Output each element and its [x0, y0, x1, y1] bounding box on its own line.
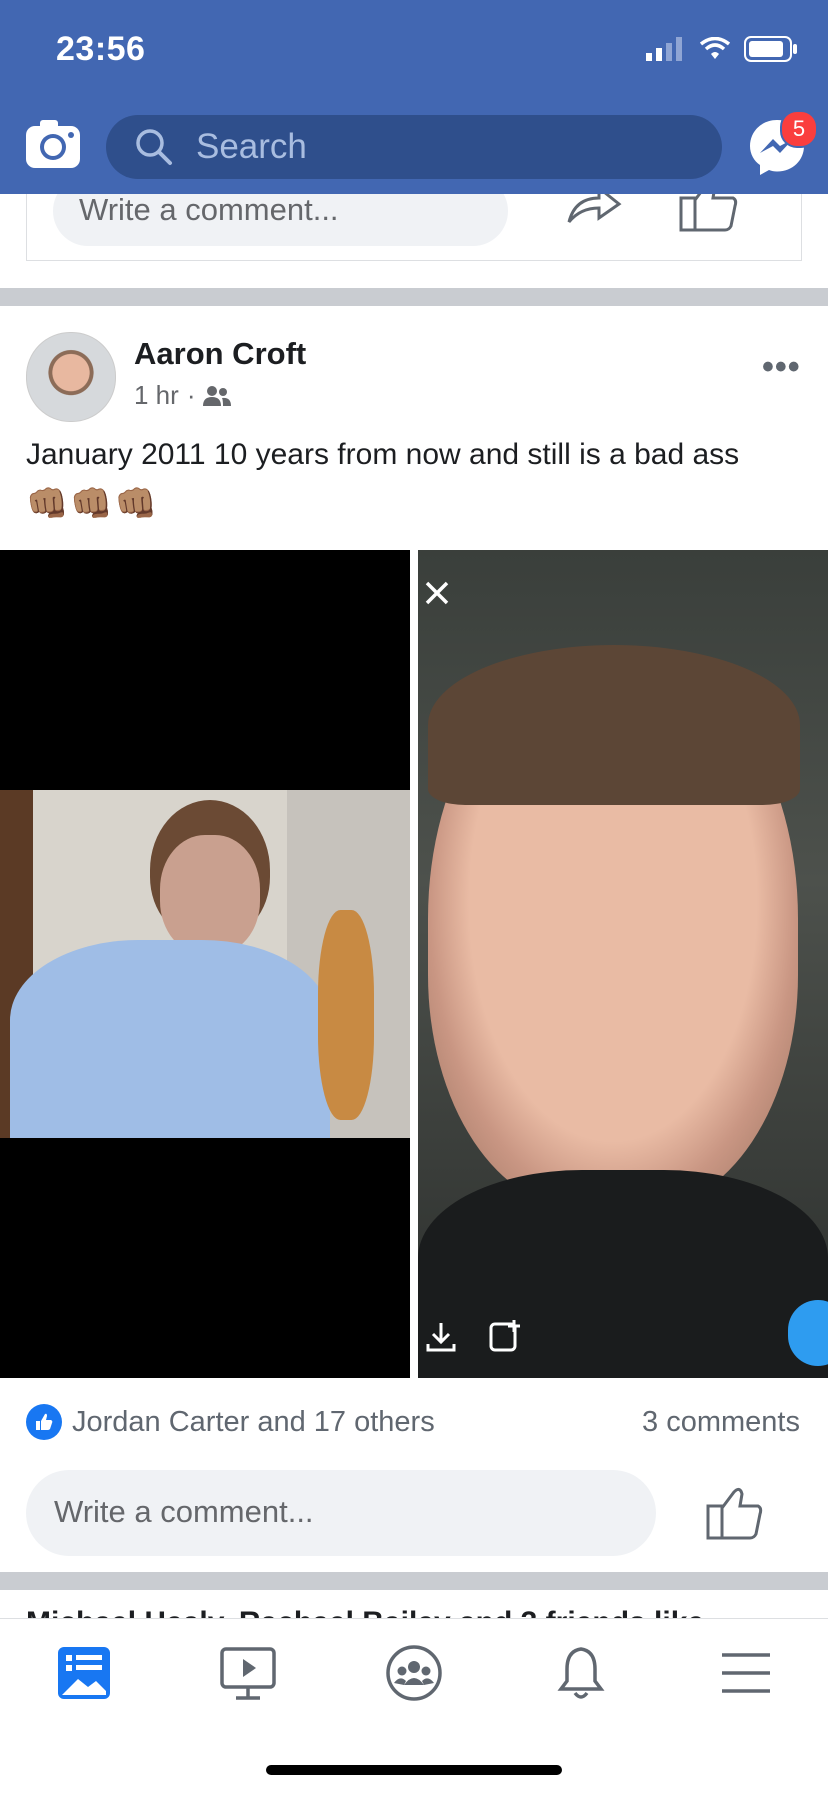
messenger-badge: 5: [780, 110, 818, 148]
previous-comment-placeholder: Write a comment...: [79, 192, 339, 227]
author-name[interactable]: Aaron Croft: [134, 336, 306, 372]
status-time: 23:56: [56, 30, 146, 68]
like-reaction-icon: [26, 1404, 62, 1440]
photo-2011: [0, 790, 410, 1138]
news-feed-icon[interactable]: [54, 1643, 114, 1703]
signal-icon: [646, 37, 682, 61]
selfie-shirt: [418, 1170, 828, 1378]
home-indicator: [266, 1765, 562, 1775]
camera-icon[interactable]: [26, 120, 80, 168]
close-icon: [425, 581, 449, 605]
feed-separator-2: [0, 1572, 828, 1590]
menu-icon[interactable]: [716, 1643, 776, 1703]
reactions-text: Jordan Carter and 17 others: [72, 1405, 435, 1438]
search-placeholder: Search: [196, 127, 307, 166]
meta-dot: ·: [186, 380, 196, 410]
post-photo-right[interactable]: [418, 550, 828, 1378]
watch-icon[interactable]: [218, 1643, 278, 1703]
search-bar[interactable]: Search: [106, 115, 722, 179]
post-emoji: 👊🏽👊🏽👊🏽: [26, 485, 160, 523]
author-avatar[interactable]: [26, 332, 116, 422]
feed-separator: [0, 288, 828, 306]
post-meta: 1 hr ·: [134, 380, 232, 411]
post-text: January 2011 10 years from now and still…: [26, 438, 740, 471]
selfie-hair: [428, 645, 800, 805]
post-photo-left[interactable]: [0, 550, 410, 1378]
search-icon: [136, 129, 172, 165]
top-bar: 23:56 Search 5: [0, 0, 828, 194]
battery-icon: [744, 36, 797, 62]
reactions-summary[interactable]: Jordan Carter and 17 others: [26, 1404, 435, 1440]
add-story-icon: [489, 1320, 520, 1352]
status-icons: [646, 36, 798, 62]
groups-icon[interactable]: [384, 1643, 444, 1703]
friends-audience-icon: [203, 385, 232, 406]
comments-count[interactable]: 3 comments: [642, 1406, 800, 1439]
bell-icon[interactable]: [551, 1643, 611, 1703]
header: Search 5: [0, 110, 828, 190]
comment-placeholder: Write a comment...: [54, 1494, 314, 1529]
download-icon: [426, 1323, 456, 1352]
post-time[interactable]: 1 hr: [134, 380, 179, 411]
more-options-button[interactable]: •••: [762, 348, 801, 387]
wifi-icon: [700, 37, 730, 59]
comment-input[interactable]: Write a comment...: [26, 1470, 656, 1556]
like-icon[interactable]: [706, 1484, 764, 1540]
